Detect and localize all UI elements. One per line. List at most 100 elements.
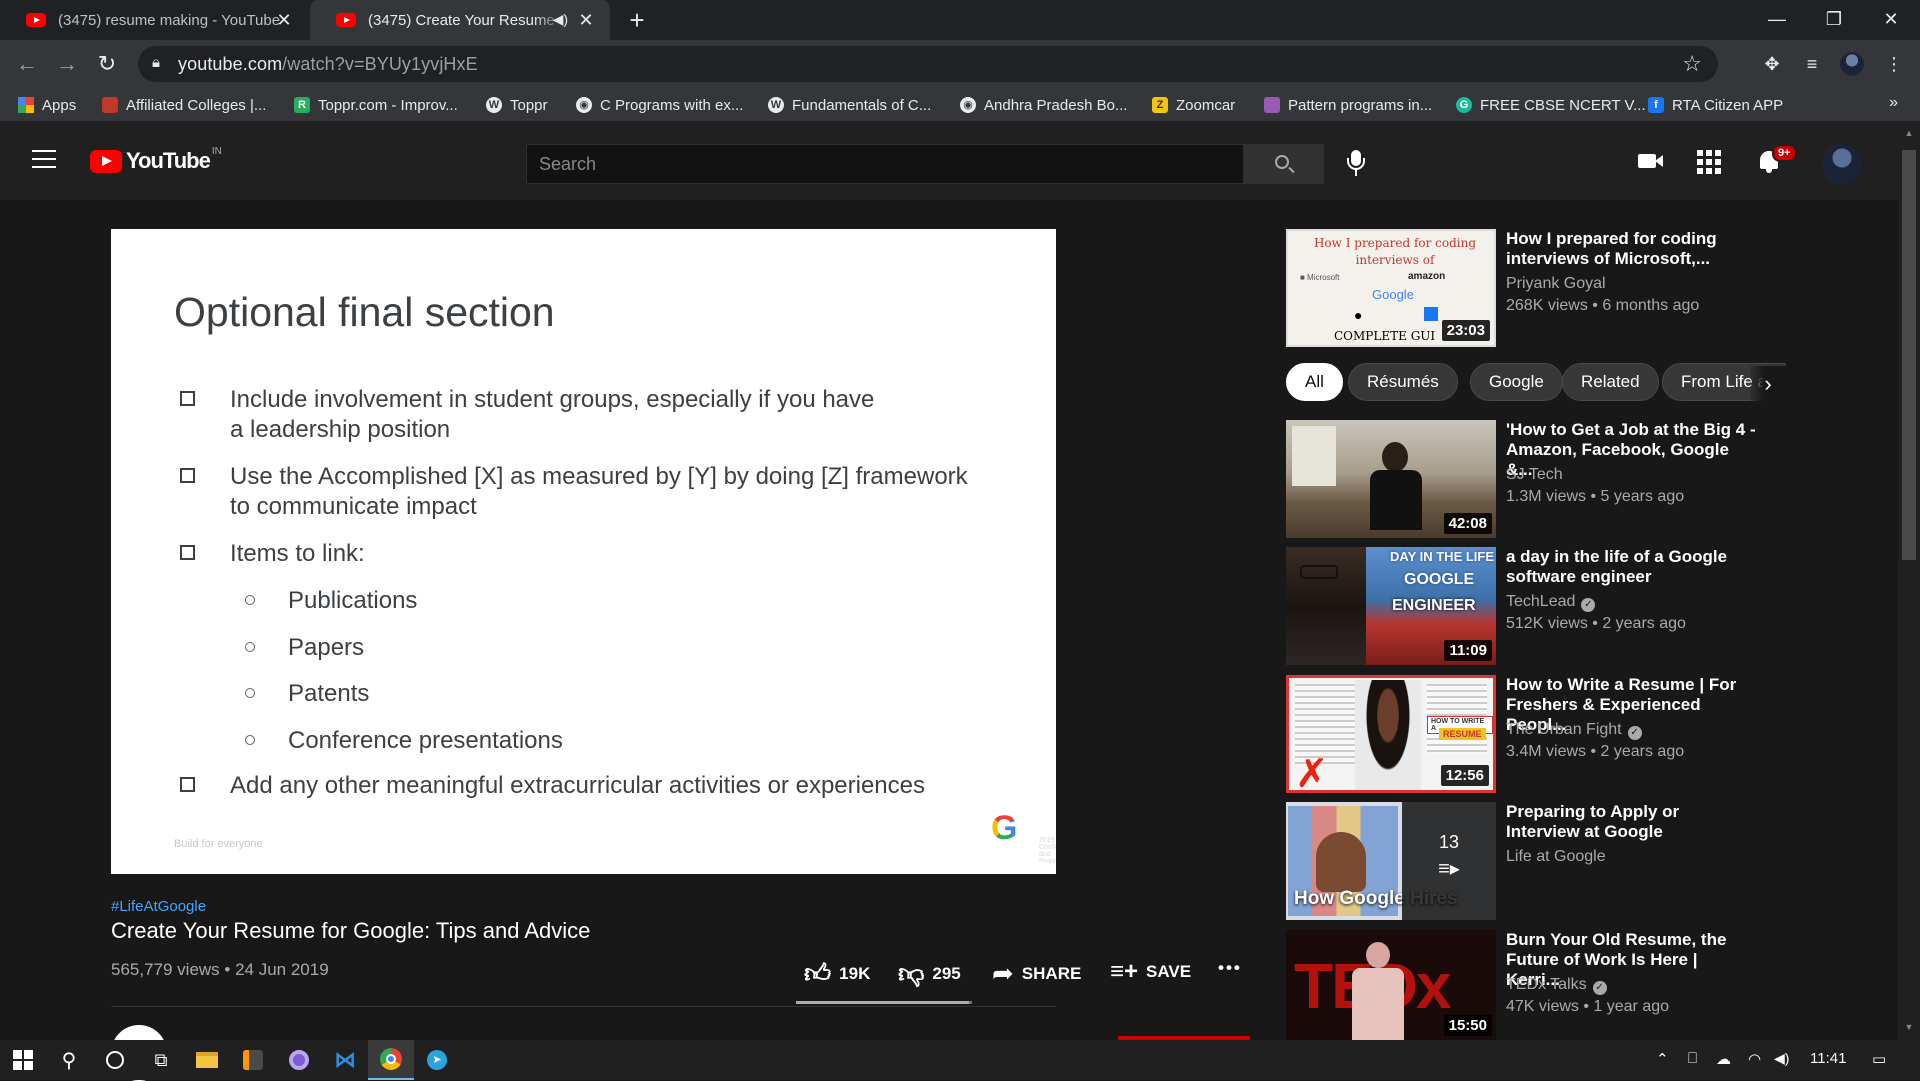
action-center-icon[interactable]: ▭ <box>1872 1050 1886 1068</box>
bookmark-toppr[interactable]: W Toppr <box>486 88 548 122</box>
bookmark-apps[interactable]: Apps <box>18 88 76 122</box>
bookmark-free-cbse[interactable]: G FREE CBSE NCERT V... <box>1456 88 1646 122</box>
maximize-window-button[interactable]: ❐ <box>1805 0 1863 40</box>
onedrive-icon[interactable]: ☁ <box>1716 1050 1731 1068</box>
more-bookmarks-icon[interactable]: » <box>1889 94 1898 112</box>
slide-item-line: Use the Accomplished [X] as measured by … <box>230 463 968 490</box>
browser-menu-icon[interactable]: ⋮ <box>1880 50 1908 78</box>
browser-tab-resume-making[interactable]: (3475) resume making - YouTube ✕ <box>0 0 308 40</box>
recommendation-item[interactable]: 42:08 'How to Get a Job at the Big 4 - A… <box>1286 420 1756 538</box>
media-queue-icon[interactable]: ≡ <box>1798 50 1826 78</box>
bookmark-rta-citizen[interactable]: f RTA Citizen APP <box>1648 88 1783 122</box>
chip-all[interactable]: All <box>1286 363 1343 401</box>
account-avatar[interactable] <box>1822 144 1862 184</box>
lock-icon[interactable]: 🔒︎ <box>152 54 160 71</box>
like-button[interactable]: 👍︎ 19K <box>804 958 870 989</box>
recommendation-item[interactable]: DAY IN THE LIFE GOOGLE ENGINEER 11:09 a … <box>1286 547 1756 665</box>
bookmark-fundamentals-c[interactable]: W Fundamentals of C... <box>768 88 931 122</box>
circle-bullet-icon <box>245 688 255 698</box>
bookmark-star-icon[interactable]: ☆ <box>1682 51 1702 77</box>
circle-bullet-icon <box>245 735 255 745</box>
app-purple-icon[interactable] <box>276 1040 322 1080</box>
video-player[interactable]: Optional final section Include involveme… <box>111 229 1056 874</box>
windows-start-icon[interactable] <box>0 1040 46 1080</box>
page-scrollbar[interactable]: ▲ ▼ <box>1898 122 1920 1040</box>
recommendation-playlist-item[interactable]: How Google Hires 13 ≡▸ Preparing to Appl… <box>1286 802 1756 920</box>
vscode-icon[interactable]: ⋈ <box>322 1040 368 1080</box>
hamburger-menu-icon[interactable] <box>32 150 56 168</box>
youtube-logo[interactable]: YouTube IN <box>90 146 222 174</box>
search-input[interactable] <box>527 145 1243 183</box>
channel-name[interactable]: TechLead ✓ <box>1506 593 1596 612</box>
bookmark-zoomcar[interactable]: Z Zoomcar <box>1152 88 1235 122</box>
search-button[interactable] <box>1244 144 1324 184</box>
bookmark-andhra-pradesh[interactable]: ◉ Andhra Pradesh Bo... <box>960 88 1127 122</box>
taskbar-clock[interactable]: 11:41 <box>1810 1050 1846 1067</box>
video-thumbnail[interactable]: DAY IN THE LIFE GOOGLE ENGINEER 11:09 <box>1286 547 1496 665</box>
file-explorer-icon[interactable] <box>184 1040 230 1080</box>
new-tab-button[interactable]: + <box>622 6 652 36</box>
sublime-text-icon[interactable] <box>230 1040 276 1080</box>
video-thumbnail[interactable]: How I prepared for coding interviews of … <box>1286 229 1496 347</box>
meet-now-icon[interactable]: ⎕ <box>1688 1050 1697 1067</box>
minimize-window-button[interactable]: — <box>1748 0 1806 40</box>
chip-related[interactable]: Related <box>1562 363 1659 401</box>
chevron-right-icon[interactable]: › <box>1750 366 1786 402</box>
back-arrow-icon[interactable]: ← <box>12 49 42 79</box>
bookmark-toppr-improv[interactable]: R Toppr.com - Improv... <box>294 88 458 122</box>
recommendation-title[interactable]: How I prepared for coding interviews of … <box>1506 229 1756 269</box>
bookmark-pattern-programs[interactable]: Pattern programs in... <box>1264 88 1432 122</box>
checkbox-bullet-icon <box>180 391 195 406</box>
close-tab-icon[interactable]: ✕ <box>576 10 596 30</box>
telegram-icon[interactable]: ➤ <box>414 1040 460 1080</box>
youtube-favicon-icon <box>336 13 356 27</box>
recommendation-title[interactable]: Preparing to Apply or Interview at Googl… <box>1506 802 1756 842</box>
channel-name[interactable]: Life at Google <box>1506 848 1606 866</box>
share-button[interactable]: ➦ SHARE <box>992 958 1081 989</box>
apps-grid-icon[interactable] <box>1697 148 1725 176</box>
url-text[interactable]: youtube.com/watch?v=BYUy1yvjHxE <box>178 54 478 75</box>
video-thumbnail[interactable]: TEDx 15:50 <box>1286 930 1496 1040</box>
browser-tab-create-resume[interactable]: (3475) Create Your Resume fo ◀) ✕ <box>310 0 610 40</box>
search-icon[interactable]: ⚲ <box>46 1040 92 1080</box>
reload-icon[interactable]: ↻ <box>92 49 122 79</box>
chip-google[interactable]: Google <box>1470 363 1563 401</box>
video-thumbnail[interactable]: HOW TO WRITE A RESUME ✗ 12:56 <box>1286 675 1496 793</box>
close-window-button[interactable]: ✕ <box>1862 0 1920 40</box>
chip-resumes[interactable]: Résumés <box>1348 363 1458 401</box>
recommendation-item[interactable]: HOW TO WRITE A RESUME ✗ 12:56 How to Wri… <box>1286 675 1756 793</box>
wifi-icon[interactable]: ◠ <box>1748 1050 1761 1068</box>
hashtag-link[interactable]: #LifeAtGoogle <box>111 898 206 915</box>
channel-name[interactable]: The Urban Fight ✓ <box>1506 721 1642 740</box>
forward-arrow-icon[interactable]: → <box>52 49 82 79</box>
address-bar[interactable]: 🔒︎ youtube.com/watch?v=BYUy1yvjHxE ☆ <box>138 46 1718 82</box>
task-view-icon[interactable]: ⧉ <box>138 1040 184 1080</box>
search-box[interactable] <box>526 144 1244 184</box>
scroll-down-arrow-icon[interactable]: ▼ <box>1898 1022 1920 1032</box>
close-tab-icon[interactable]: ✕ <box>274 10 294 30</box>
video-thumbnail[interactable]: 42:08 <box>1286 420 1496 538</box>
profile-avatar-icon[interactable] <box>1838 50 1866 78</box>
dislike-button[interactable]: 👎︎ 295 <box>898 958 961 989</box>
audio-playing-icon[interactable]: ◀) <box>553 11 568 28</box>
recommendation-item[interactable]: How I prepared for coding interviews of … <box>1286 229 1756 347</box>
recommendation-item[interactable]: TEDx 15:50 Burn Your Old Resume, the Fut… <box>1286 930 1756 1040</box>
scrollbar-thumb[interactable] <box>1902 150 1916 560</box>
volume-icon[interactable]: ◀) <box>1774 1050 1789 1067</box>
microphone-icon[interactable] <box>1344 150 1368 178</box>
scroll-up-arrow-icon[interactable]: ▲ <box>1898 128 1920 138</box>
recommendation-title[interactable]: a day in the life of a Google software e… <box>1506 547 1756 587</box>
show-hidden-icons-chevron-up-icon[interactable]: ⌃ <box>1656 1050 1669 1068</box>
bookmark-c-programs[interactable]: ◉ C Programs with ex... <box>576 88 743 122</box>
save-button[interactable]: ≡+ SAVE <box>1110 958 1191 986</box>
playlist-thumbnail[interactable]: How Google Hires 13 ≡▸ <box>1286 802 1496 920</box>
cortana-icon[interactable] <box>92 1040 138 1080</box>
channel-name[interactable]: TEDx Talks ✓ <box>1506 976 1607 995</box>
chrome-icon[interactable] <box>368 1040 414 1080</box>
channel-name[interactable]: SJ Tech <box>1506 466 1563 484</box>
bookmark-affiliated-colleges[interactable]: Affiliated Colleges |... <box>102 88 266 122</box>
create-video-icon[interactable] <box>1638 148 1666 176</box>
extensions-puzzle-icon[interactable]: ✥ <box>1758 50 1786 78</box>
channel-name[interactable]: Priyank Goyal <box>1506 275 1606 293</box>
more-actions-button[interactable]: ••• <box>1218 958 1242 978</box>
